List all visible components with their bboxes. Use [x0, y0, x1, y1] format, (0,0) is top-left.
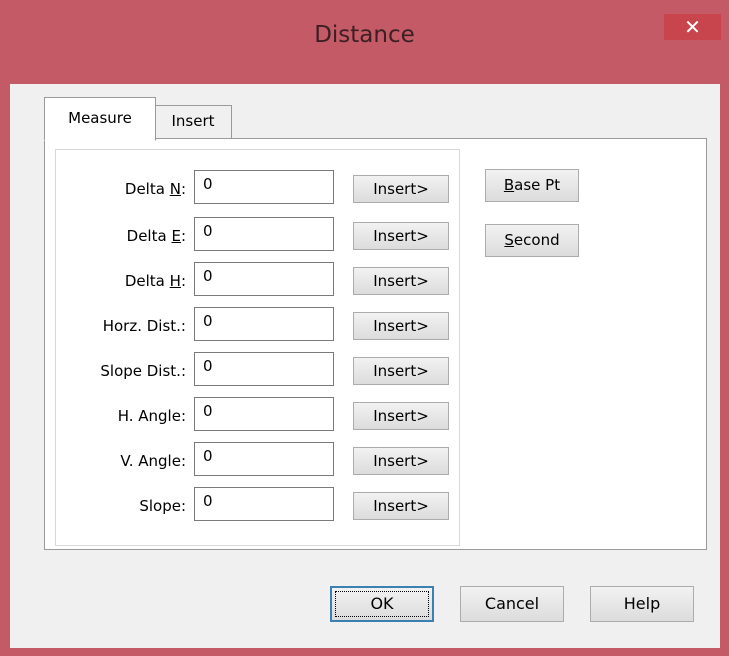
row-slope-dist: Slope Dist.: 0 Insert> [56, 352, 459, 388]
tab-measure[interactable]: Measure [44, 97, 156, 141]
delta-e-field[interactable]: 0 [194, 217, 334, 251]
row-delta-n: Delta N: 0 Insert> [56, 170, 459, 206]
base-pt-button[interactable]: Base Pt [485, 169, 579, 202]
row-delta-e: Delta E: 0 Insert> [56, 217, 459, 253]
slope-label: Slope: [139, 497, 186, 515]
slope-dist-label: Slope Dist.: [100, 362, 186, 380]
dialog-client-area: Measure Insert Delta N: 0 Insert> Delta … [10, 84, 720, 648]
slope-field[interactable]: 0 [194, 487, 334, 521]
ok-button[interactable]: OK [330, 586, 434, 622]
close-button[interactable]: ✕ [664, 14, 721, 40]
h-angle-label: H. Angle: [117, 407, 186, 425]
row-horz-dist: Horz. Dist.: 0 Insert> [56, 307, 459, 343]
delta-n-insert-button[interactable]: Insert> [353, 175, 449, 203]
slope-insert-button[interactable]: Insert> [353, 492, 449, 520]
measure-tab-panel: Delta N: 0 Insert> Delta E: 0 Insert> De… [44, 138, 707, 550]
h-angle-field[interactable]: 0 [194, 397, 334, 431]
delta-n-field[interactable]: 0 [194, 170, 334, 204]
delta-e-insert-button[interactable]: Insert> [353, 222, 449, 250]
close-icon: ✕ [684, 15, 701, 39]
horz-dist-field[interactable]: 0 [194, 307, 334, 341]
row-slope: Slope: 0 Insert> [56, 487, 459, 523]
dialog-window: Distance ✕ Measure Insert Delta N: 0 Ins… [0, 0, 729, 656]
delta-h-field[interactable]: 0 [194, 262, 334, 296]
help-button[interactable]: Help [590, 586, 694, 622]
delta-n-label: Delta N: [124, 180, 186, 198]
cancel-button[interactable]: Cancel [460, 586, 564, 622]
second-button[interactable]: Second [485, 224, 579, 257]
row-v-angle: V. Angle: 0 Insert> [56, 442, 459, 478]
v-angle-label: V. Angle: [120, 452, 186, 470]
h-angle-insert-button[interactable]: Insert> [353, 402, 449, 430]
row-delta-h: Delta H: 0 Insert> [56, 262, 459, 298]
horz-dist-label: Horz. Dist.: [102, 317, 186, 335]
slope-dist-field[interactable]: 0 [194, 352, 334, 386]
slope-dist-insert-button[interactable]: Insert> [353, 357, 449, 385]
delta-h-insert-button[interactable]: Insert> [353, 267, 449, 295]
tab-insert[interactable]: Insert [154, 105, 232, 138]
v-angle-field[interactable]: 0 [194, 442, 334, 476]
delta-e-label: Delta E: [126, 227, 186, 245]
v-angle-insert-button[interactable]: Insert> [353, 447, 449, 475]
measurements-group: Delta N: 0 Insert> Delta E: 0 Insert> De… [55, 149, 460, 546]
title-bar[interactable]: Distance ✕ [0, 0, 729, 84]
delta-h-label: Delta H: [124, 272, 186, 290]
row-h-angle: H. Angle: 0 Insert> [56, 397, 459, 433]
window-title: Distance [314, 22, 415, 48]
horz-dist-insert-button[interactable]: Insert> [353, 312, 449, 340]
